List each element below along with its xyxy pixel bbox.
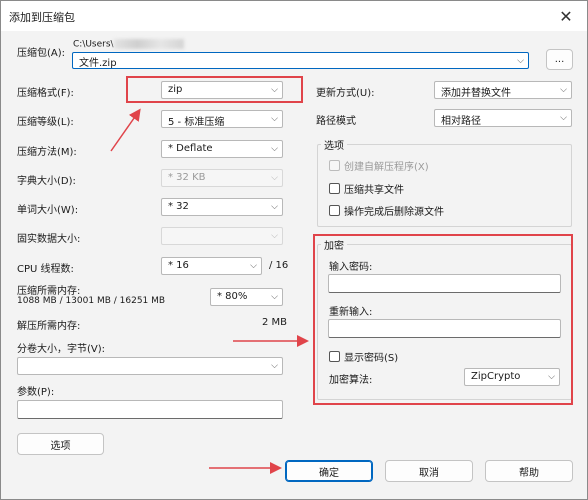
annotation-arrows xyxy=(110,108,309,474)
arrow-to-format xyxy=(110,108,141,152)
add-to-archive-dialog: 添加到压缩包 ✕ 压缩包(A): C:\Users\ 文件.zip ⌵ ... … xyxy=(0,0,588,500)
